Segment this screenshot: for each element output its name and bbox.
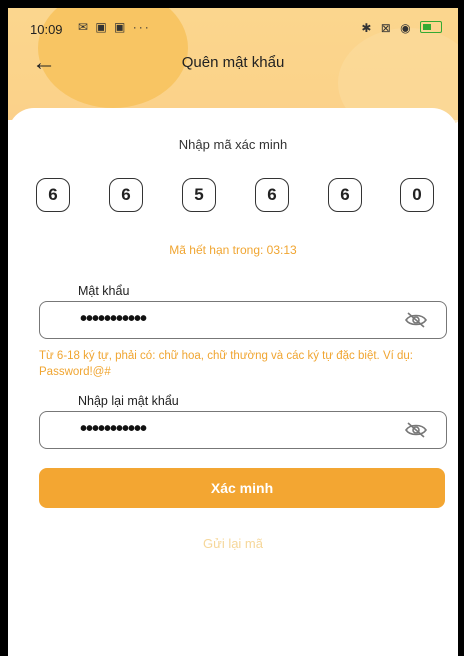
system-status-icons: ✱ ⊠ ◉ (361, 21, 414, 35)
confirm-password-field[interactable]: ••••••••••• (39, 411, 447, 449)
otp-code-group: 6 6 5 6 6 0 (36, 178, 436, 214)
otp-digit[interactable]: 6 (255, 178, 289, 212)
verify-instruction: Nhập mã xác minh (178, 137, 288, 152)
password-hint: Từ 6-18 ký tự, phải có: chữ hoa, chữ thư… (39, 350, 413, 378)
screen: 10:09 ✉ ▣ ▣ ··· ✱ ⊠ ◉ ← Quên mật khẩu Nh… (8, 8, 458, 656)
otp-digit[interactable]: 6 (328, 178, 362, 212)
password-value: ••••••••••• (80, 308, 147, 330)
verify-button[interactable]: Xác minh (39, 468, 445, 508)
resend-code-link[interactable]: Gửi lại mã (8, 536, 458, 551)
otp-digit[interactable]: 5 (182, 178, 216, 212)
eye-slash-icon[interactable] (404, 311, 428, 329)
system-icons: ✱ ⊠ ◉ (361, 20, 442, 35)
status-bar: 10:09 ✉ ▣ ▣ ··· ✱ ⊠ ◉ (8, 8, 458, 48)
eye-slash-icon[interactable] (404, 421, 428, 439)
header-background: 10:09 ✉ ▣ ▣ ··· ✱ ⊠ ◉ ← Quên mật khẩu (8, 8, 458, 138)
password-field[interactable]: ••••••••••• (39, 301, 447, 339)
code-expiry: Mã hết hạn trong: 03:13 (169, 243, 297, 257)
status-time: 10:09 (30, 22, 63, 37)
battery-icon (420, 21, 442, 33)
otp-digit[interactable]: 6 (36, 178, 70, 212)
confirm-password-value: ••••••••••• (80, 418, 147, 440)
password-label: Mật khẩu (78, 284, 130, 298)
page-title: Quên mật khẩu (181, 54, 285, 71)
confirm-password-label: Nhập lại mật khẩu (78, 394, 179, 408)
otp-digit[interactable]: 0 (400, 178, 434, 212)
notification-icons: ✉ ▣ ▣ ··· (78, 20, 151, 34)
otp-digit[interactable]: 6 (109, 178, 143, 212)
